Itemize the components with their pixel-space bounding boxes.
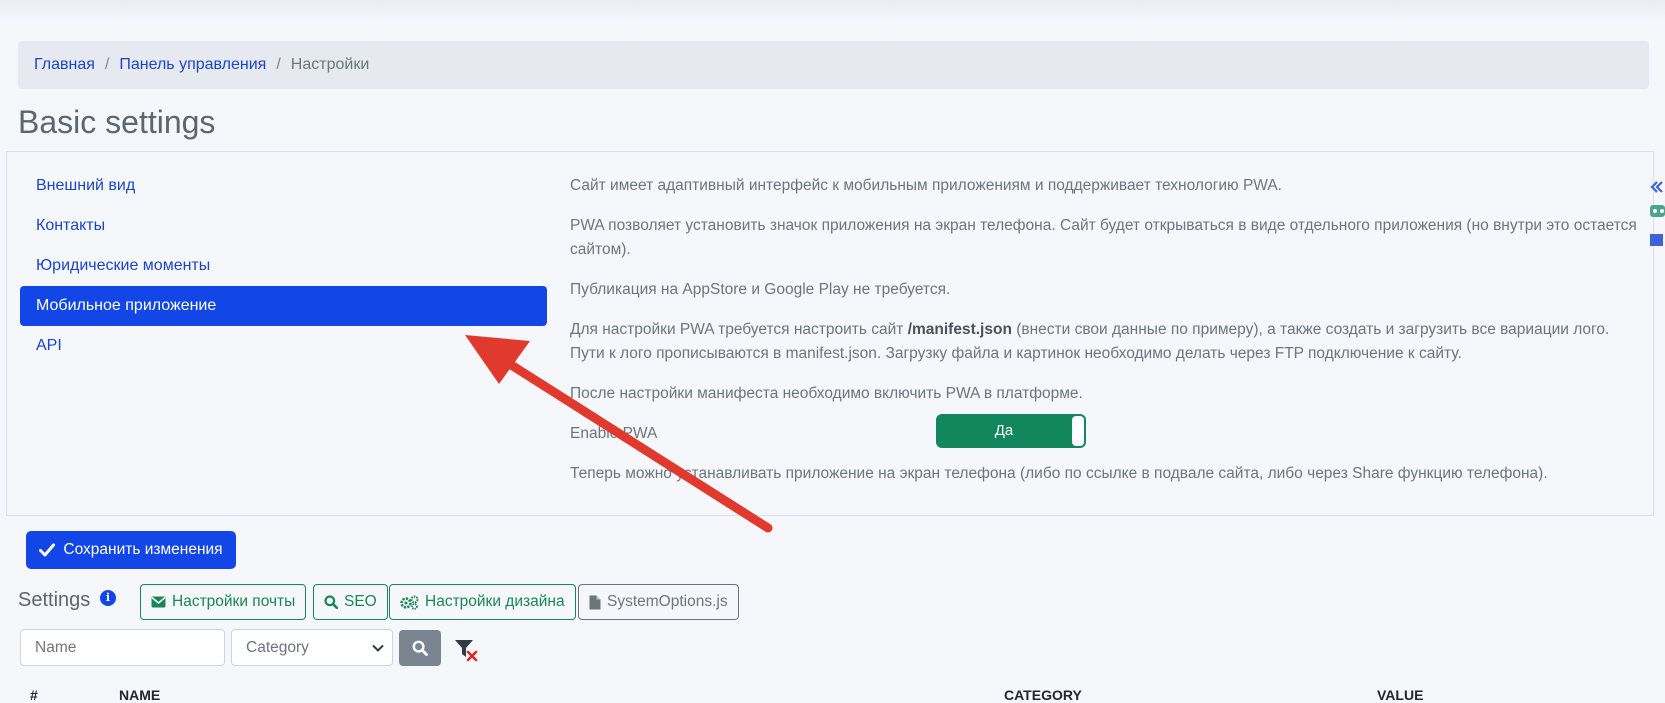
clear-filter-icon[interactable] xyxy=(454,637,480,663)
nav-item-contacts[interactable]: Контакты xyxy=(20,206,547,246)
breadcrumb-current: Настройки xyxy=(290,56,370,73)
breadcrumb-separator: / xyxy=(104,56,110,73)
enable-pwa-label: Enable PWA xyxy=(570,425,658,442)
enable-pwa-toggle[interactable]: Да xyxy=(936,414,1086,448)
gears-icon xyxy=(400,595,419,610)
enable-instructions-text: После настройки манифеста необходимо вкл… xyxy=(570,385,1083,402)
pwa-intro-text: Сайт имеет адаптивный интерфейс к мобиль… xyxy=(570,177,1282,194)
manifest-text-before: Для настройки PWA требуется настроить са… xyxy=(570,321,908,338)
seo-label: SEO xyxy=(344,593,377,610)
check-icon xyxy=(39,543,56,557)
pwa-description-text: PWA позволяет установить значок приложен… xyxy=(570,217,1637,258)
toggle-knob xyxy=(1072,416,1084,446)
mail-settings-button[interactable]: Настройки почты xyxy=(140,584,307,620)
name-filter-input[interactable] xyxy=(20,629,225,666)
save-changes-label: Сохранить изменения xyxy=(63,541,223,558)
toggle-value: Да xyxy=(994,422,1014,439)
search-icon xyxy=(324,595,338,609)
design-settings-button[interactable]: Настройки дизайна xyxy=(389,584,576,620)
nav-item-legal[interactable]: Юридические моменты xyxy=(20,246,547,286)
nav-item-appearance[interactable]: Внешний вид xyxy=(20,166,547,206)
chevron-down-icon xyxy=(372,644,384,652)
seo-button[interactable]: SEO xyxy=(313,584,388,620)
side-panel-widget[interactable] xyxy=(1643,176,1665,256)
top-bar-shadow xyxy=(0,0,1665,22)
save-changes-button[interactable]: Сохранить изменения xyxy=(26,531,236,569)
mail-settings-label: Настройки почты xyxy=(172,593,296,610)
system-options-label: SystemOptions.js xyxy=(607,593,728,610)
column-header-name[interactable]: NAME xyxy=(119,687,160,703)
breadcrumb: Главная / Панель управления / Настройки xyxy=(18,41,1649,89)
search-button[interactable] xyxy=(399,630,441,666)
column-header-number: # xyxy=(30,687,38,703)
nav-item-mobile-app[interactable]: Мобильное приложение xyxy=(20,286,547,326)
manifest-instructions-text: Для настройки PWA требуется настроить са… xyxy=(570,318,1638,366)
breadcrumb-home-link[interactable]: Главная xyxy=(34,56,95,74)
info-icon[interactable]: i xyxy=(100,590,116,606)
nav-item-api[interactable]: API xyxy=(20,326,547,366)
system-options-button[interactable]: SystemOptions.js xyxy=(578,584,739,620)
page-title: Basic settings xyxy=(18,104,216,140)
search-icon xyxy=(412,640,428,656)
category-select[interactable]: Category xyxy=(231,629,393,666)
breadcrumb-separator: / xyxy=(276,56,281,73)
settings-panel: Внешний вид Контакты Юридические моменты… xyxy=(6,151,1654,516)
envelope-icon xyxy=(151,596,166,608)
category-selected-value: Category xyxy=(246,638,309,656)
breadcrumb-dashboard-link[interactable]: Панель управления xyxy=(119,56,266,74)
column-header-value[interactable]: VALUE xyxy=(1377,687,1423,703)
file-icon xyxy=(589,595,601,609)
manifest-path: /manifest.json xyxy=(907,321,1012,338)
settings-nav: Внешний вид Контакты Юридические моменты… xyxy=(20,166,547,366)
settings-section-title: Settings xyxy=(18,589,91,611)
column-header-category[interactable]: CATEGORY xyxy=(1004,687,1082,703)
enable-pwa-row: Enable PWA Да xyxy=(570,414,1638,454)
store-note-text: Публикация на AppStore и Google Play не … xyxy=(570,281,951,298)
install-note-text: Теперь можно устанавливать приложение на… xyxy=(570,465,1548,482)
mobile-app-content: Сайт имеет адаптивный интерфейс к мобиль… xyxy=(570,174,1638,502)
design-settings-label: Настройки дизайна xyxy=(425,593,565,610)
